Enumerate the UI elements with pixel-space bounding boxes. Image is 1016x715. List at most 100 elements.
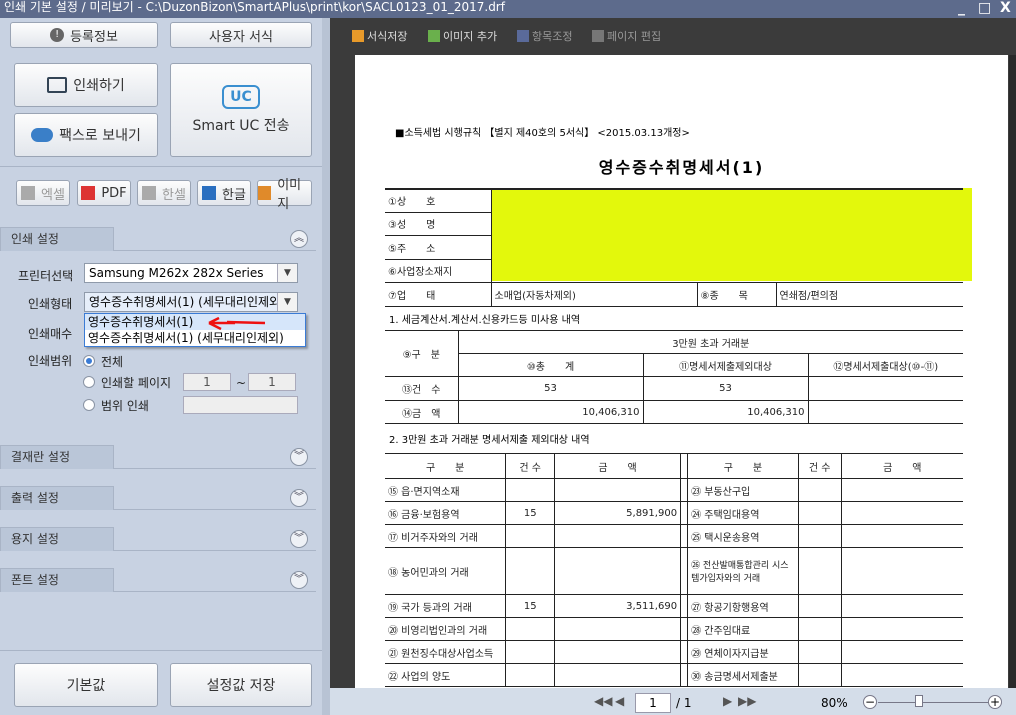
zoom-in-button[interactable]: + xyxy=(988,695,1002,709)
header-cell: 구 분 xyxy=(687,453,799,479)
pdf-icon xyxy=(81,186,96,200)
smart-uc-button[interactable]: UC Smart UC 전송 xyxy=(170,63,312,157)
cell: ㉒ 사업의 양도 xyxy=(385,663,507,687)
excel-icon xyxy=(21,186,36,200)
export-hancell-button[interactable]: 한셀 xyxy=(137,180,191,206)
reg-info-button[interactable]: ! 등록정보 xyxy=(10,22,158,48)
cell xyxy=(554,478,682,502)
form-header: ■소득세법 시행규칙 【별지 제40호의 5서식】 <2015.03.13개정> xyxy=(395,128,690,139)
label: Smart UC 전송 xyxy=(192,118,290,134)
cell xyxy=(680,478,689,502)
cell xyxy=(554,617,682,641)
section-title: 용지 설정 xyxy=(0,527,114,551)
zoom-out-button[interactable]: − xyxy=(863,695,877,709)
zoom-slider-thumb[interactable] xyxy=(915,695,923,707)
output-settings-section[interactable]: 출력 설정 ︾ xyxy=(0,486,316,510)
page-total: / 1 xyxy=(676,696,692,710)
expand-icon[interactable]: ︾ xyxy=(290,571,308,589)
collapse-icon[interactable]: ︽ xyxy=(290,230,308,248)
dropdown-option[interactable]: 영수증수취명세서(1) xyxy=(85,314,305,330)
edit-page-tool[interactable]: 페이지 편집 xyxy=(592,28,661,44)
label: 이미지 xyxy=(277,178,302,212)
page-to-stepper[interactable]: 1 xyxy=(248,373,296,391)
range-custom-radio[interactable] xyxy=(83,399,95,411)
prev-page-button[interactable]: ◀ xyxy=(615,694,624,708)
add-image-tool[interactable]: 이미지 추가 xyxy=(428,28,497,44)
table-row: ⑰ 비거주자와의 거래 ㉕ 택시운송용역 xyxy=(385,524,963,548)
printer-select[interactable]: Samsung M262x 282x Series ▼ xyxy=(84,263,298,283)
first-page-button[interactable]: ◀◀ xyxy=(594,694,612,708)
range-pages-radio[interactable] xyxy=(83,376,95,388)
cell xyxy=(680,524,689,548)
cell xyxy=(798,640,842,664)
cell: ㉗ 항공기항행용역 xyxy=(687,594,799,618)
cell xyxy=(680,617,689,641)
label: 이미지 추가 xyxy=(443,30,498,43)
print-button[interactable]: 인쇄하기 xyxy=(14,63,158,107)
export-image-button[interactable]: 이미지 xyxy=(257,178,312,212)
range-all-radio[interactable] xyxy=(83,355,95,367)
save-format-tool[interactable]: 서식저장 xyxy=(352,28,407,44)
cell xyxy=(841,594,963,618)
user-format-button[interactable]: 사용자 서식 xyxy=(170,22,312,48)
zoom-level: 80% xyxy=(821,696,848,710)
minimize-button[interactable]: _ xyxy=(958,0,965,16)
approval-settings-section[interactable]: 결재란 설정 ︾ xyxy=(0,445,316,469)
dropdown-option[interactable]: 영수증수취명세서(1) (세무대리인제외) xyxy=(85,330,305,346)
adjust-items-tool[interactable]: 항목조정 xyxy=(517,28,572,44)
page-number-input[interactable]: 1 xyxy=(635,693,671,713)
label: 페이지 편집 xyxy=(607,30,662,43)
cell xyxy=(680,663,689,687)
printer-label: 프린터선택 xyxy=(18,269,74,283)
cell: ㉖ 전산발매통합관리 시스템가입자와의 거래 xyxy=(687,547,799,595)
cell: 10,406,310 xyxy=(643,400,809,424)
cell xyxy=(505,663,556,687)
zoom-slider[interactable] xyxy=(878,702,988,703)
print-type-select[interactable]: 영수증수취명세서(1) (세무대리인제외) ▼ xyxy=(84,292,298,312)
tilde: ~ xyxy=(236,376,247,390)
cell: 5,891,900 xyxy=(554,501,682,525)
print-type-dropdown: 영수증수취명세서(1) 영수증수취명세서(1) (세무대리인제외) xyxy=(84,313,306,347)
close-button[interactable]: X xyxy=(1000,0,1011,16)
print-settings-section[interactable]: 인쇄 설정 ︽ xyxy=(0,227,316,251)
cell xyxy=(798,617,842,641)
export-pdf-button[interactable]: PDF xyxy=(77,180,131,206)
cell: ⑲ 국가 등과의 거래 xyxy=(385,594,507,618)
hangul-icon xyxy=(202,186,217,200)
cell xyxy=(505,547,556,595)
save-settings-button[interactable]: 설정값 저장 xyxy=(170,663,312,707)
export-excel-button[interactable]: 엑셀 xyxy=(16,180,70,206)
chevron-down-icon[interactable]: ▼ xyxy=(277,264,297,282)
info-icon: ! xyxy=(50,28,65,42)
maximize-button[interactable]: □ xyxy=(978,0,991,16)
section-title: 인쇄 설정 xyxy=(0,227,114,251)
export-hangul-button[interactable]: 한글 xyxy=(197,180,251,206)
document-title: 영수증수취명세서(1) xyxy=(598,158,765,177)
copies-label: 인쇄매수 xyxy=(28,327,73,341)
font-settings-section[interactable]: 폰트 설정 ︾ xyxy=(0,568,316,592)
cell: ⑩총 계 xyxy=(458,353,644,377)
next-page-button[interactable]: ▶ xyxy=(723,694,732,708)
summary-table: ⑨구 분 3만원 초과 거래분 ⑩총 계 ⑪명세서제출제외대상 ⑫명세서제출대상(⑩-… xyxy=(385,330,963,424)
cell: ㉑ 원천징수대상사업소득 xyxy=(385,640,507,664)
cell xyxy=(505,524,556,548)
fax-button[interactable]: 팩스로 보내기 xyxy=(14,113,158,157)
cell xyxy=(680,547,689,595)
page-from-stepper[interactable]: 1 xyxy=(183,373,231,391)
value: 영수증수취명세서(1) (세무대리인제외) xyxy=(89,295,285,309)
range-custom-input[interactable] xyxy=(183,396,298,414)
expand-icon[interactable]: ︾ xyxy=(290,448,308,466)
last-page-button[interactable]: ▶▶ xyxy=(738,694,756,708)
paper-settings-section[interactable]: 용지 설정 ︾ xyxy=(0,527,316,551)
cell xyxy=(505,478,556,502)
vertical-scrollbar[interactable] xyxy=(1009,55,1016,688)
cell xyxy=(798,594,842,618)
expand-icon[interactable]: ︾ xyxy=(290,489,308,507)
cell: ⑭금 액 xyxy=(385,400,459,424)
table-row: ⑲ 국가 등과의 거래 15 3,511,690 ㉗ 항공기항행용역 xyxy=(385,594,963,618)
default-button[interactable]: 기본값 xyxy=(14,663,158,707)
splitter[interactable] xyxy=(322,18,330,715)
expand-icon[interactable]: ︾ xyxy=(290,530,308,548)
cloud-upload-icon xyxy=(31,128,54,142)
chevron-down-icon[interactable]: ▼ xyxy=(277,293,297,311)
